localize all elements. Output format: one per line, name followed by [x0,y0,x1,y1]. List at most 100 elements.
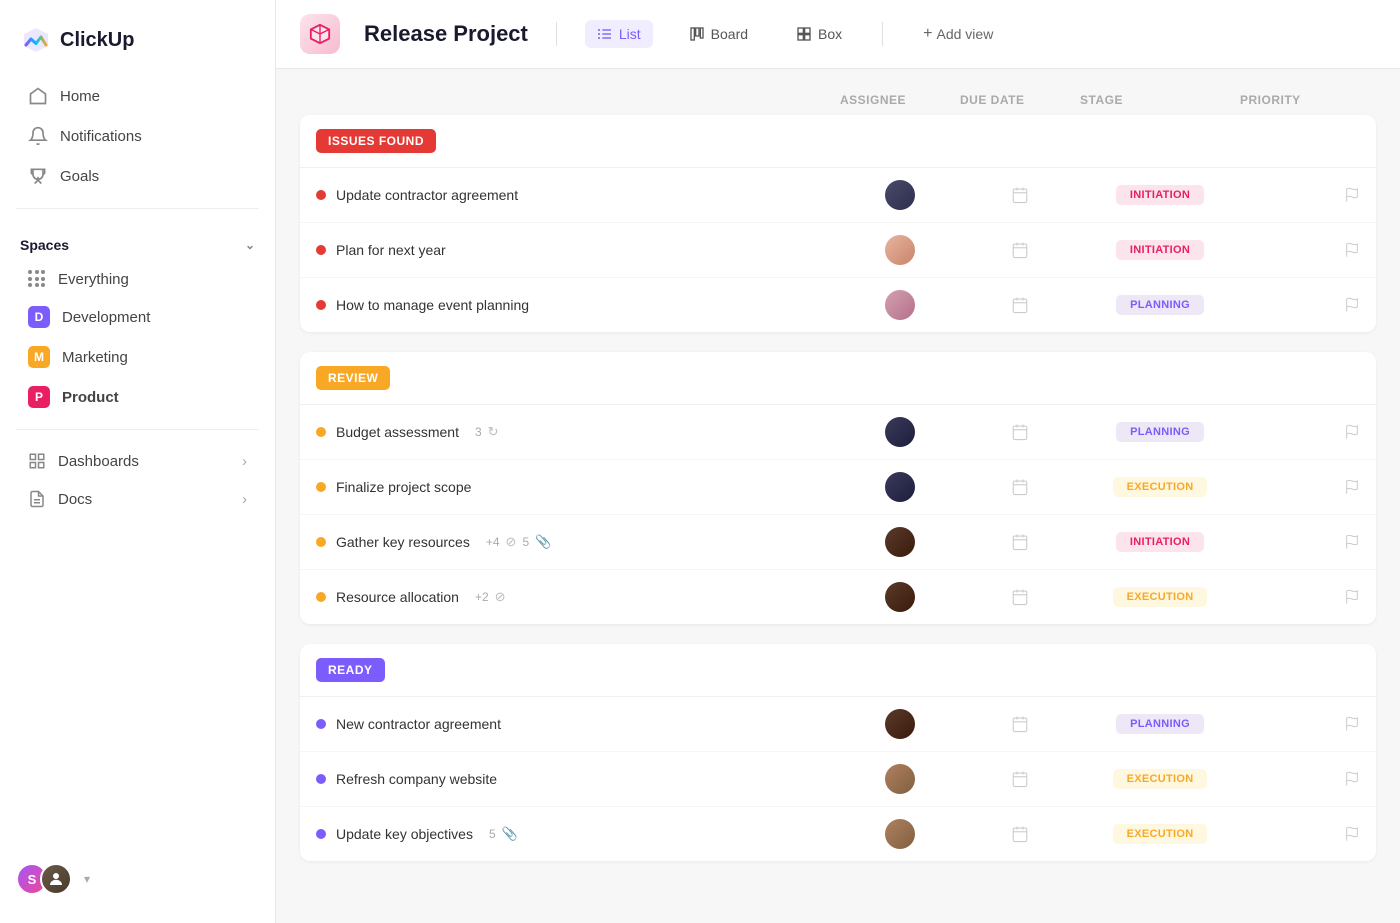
content-area: ASSIGNEE DUE DATE STAGE PRIORITY ISSUES … [276,69,1400,923]
task-name: Refresh company website [336,771,497,787]
footer-chevron-icon[interactable]: ▾ [84,872,90,886]
task-name-cell: Refresh company website [316,771,840,787]
app-name: ClickUp [60,29,134,52]
tab-box[interactable]: Box [784,20,854,48]
group-ready: READY New contractor agreement [300,644,1376,861]
group-review: REVIEW Budget assessment 3 ↻ [300,352,1376,624]
sidebar-item-marketing[interactable]: M Marketing [8,337,267,377]
flag-icon [1344,187,1360,203]
spaces-chevron-icon[interactable]: ⌄ [245,238,255,252]
task-name-cell: Gather key resources +4 ⊘ 5 📎 [316,534,840,550]
sidebar-item-notifications[interactable]: Notifications [8,116,267,156]
table-row[interactable]: Resource allocation +2 ⊘ EXECUT [300,570,1376,624]
sidebar-item-goals[interactable]: Goals [8,156,267,196]
task-name-cell: Plan for next year [316,242,840,258]
flag-icon [1344,242,1360,258]
priority-cell [1240,826,1360,842]
col-priority: PRIORITY [1240,93,1360,107]
docs-icon [28,490,46,508]
table-row[interactable]: Update key objectives 5 📎 EXEC [300,807,1376,861]
due-date-cell [960,533,1080,551]
stage-cell: EXECUTION [1080,587,1240,607]
task-dot-yellow [316,537,326,547]
calendar-icon [1011,423,1029,441]
stage-cell: PLANNING [1080,422,1240,442]
table-row[interactable]: Update contractor agreement INITIATION [300,168,1376,223]
priority-cell [1240,534,1360,550]
status-badge: EXECUTION [1113,824,1208,844]
notifications-label: Notifications [60,128,142,145]
product-badge: P [28,386,50,408]
priority-cell [1240,297,1360,313]
task-meta: +4 ⊘ 5 📎 [486,534,551,550]
meta-count: +2 [475,590,489,604]
sidebar-item-development[interactable]: D Development [8,297,267,337]
flag-icon [1344,771,1360,787]
table-row[interactable]: Plan for next year INITIATION [300,223,1376,278]
flag-icon [1344,826,1360,842]
table-row[interactable]: Refresh company website EXECUTION [300,752,1376,807]
avatar [885,709,915,739]
task-dot-red [316,245,326,255]
box-icon [796,26,812,42]
dashboards-chevron-icon: › [242,453,247,470]
clickup-logo-icon [20,24,52,56]
table-row[interactable]: Finalize project scope EXECUTION [300,460,1376,515]
status-badge: INITIATION [1116,532,1204,552]
priority-cell [1240,242,1360,258]
sidebar-item-docs[interactable]: Docs › [8,480,267,518]
dashboards-label: Dashboards [58,453,139,470]
flag-icon [1344,297,1360,313]
stage-cell: INITIATION [1080,185,1240,205]
development-label: Development [62,309,150,326]
table-row[interactable]: Gather key resources +4 ⊘ 5 📎 [300,515,1376,570]
everything-label: Everything [58,271,129,288]
calendar-icon [1011,588,1029,606]
task-name: Gather key resources [336,534,470,550]
assignee-cell [840,235,960,265]
due-date-cell [960,715,1080,733]
status-badge: EXECUTION [1113,769,1208,789]
group-ready-badge: READY [316,658,385,682]
priority-cell [1240,771,1360,787]
table-row[interactable]: How to manage event planning PLANNING [300,278,1376,332]
add-view-label: Add view [937,26,994,42]
group-review-header: REVIEW [300,352,1376,405]
assignee-cell [840,582,960,612]
meta-count: +4 [486,535,500,549]
plus-icon: + [923,25,932,43]
logo[interactable]: ClickUp [0,16,275,76]
sidebar-item-home[interactable]: Home [8,76,267,116]
calendar-icon [1011,770,1029,788]
paperclip-icon: 📎 [535,534,551,550]
group-issues-found-badge: ISSUES FOUND [316,129,436,153]
tab-board[interactable]: Board [677,20,760,48]
tab-list[interactable]: List [585,20,653,48]
sidebar-item-everything[interactable]: Everything [8,261,267,297]
status-badge: PLANNING [1116,295,1204,315]
main-header: Release Project List Board Box + Add v [276,0,1400,69]
marketing-badge: M [28,346,50,368]
add-view-button[interactable]: + Add view [911,19,1005,49]
group-ready-header: READY [300,644,1376,697]
task-dot-yellow [316,592,326,602]
table-row[interactable]: New contractor agreement PLANNING [300,697,1376,752]
calendar-icon [1011,296,1029,314]
meta-count: 3 [475,425,482,439]
spaces-label: Spaces [20,237,69,253]
status-badge: PLANNING [1116,714,1204,734]
tab-list-label: List [619,26,641,42]
task-name-cell: Finalize project scope [316,479,840,495]
table-row[interactable]: Budget assessment 3 ↻ PLANNING [300,405,1376,460]
avatar [885,582,915,612]
sidebar-item-dashboards[interactable]: Dashboards › [8,442,267,480]
status-badge: INITIATION [1116,185,1204,205]
user-avatars[interactable]: S [16,863,72,895]
home-icon [28,86,48,106]
task-name-cell: New contractor agreement [316,716,840,732]
due-date-cell [960,241,1080,259]
priority-cell [1240,716,1360,732]
refresh-icon: ↻ [488,424,499,440]
calendar-icon [1011,825,1029,843]
sidebar-item-product[interactable]: P Product [8,377,267,417]
